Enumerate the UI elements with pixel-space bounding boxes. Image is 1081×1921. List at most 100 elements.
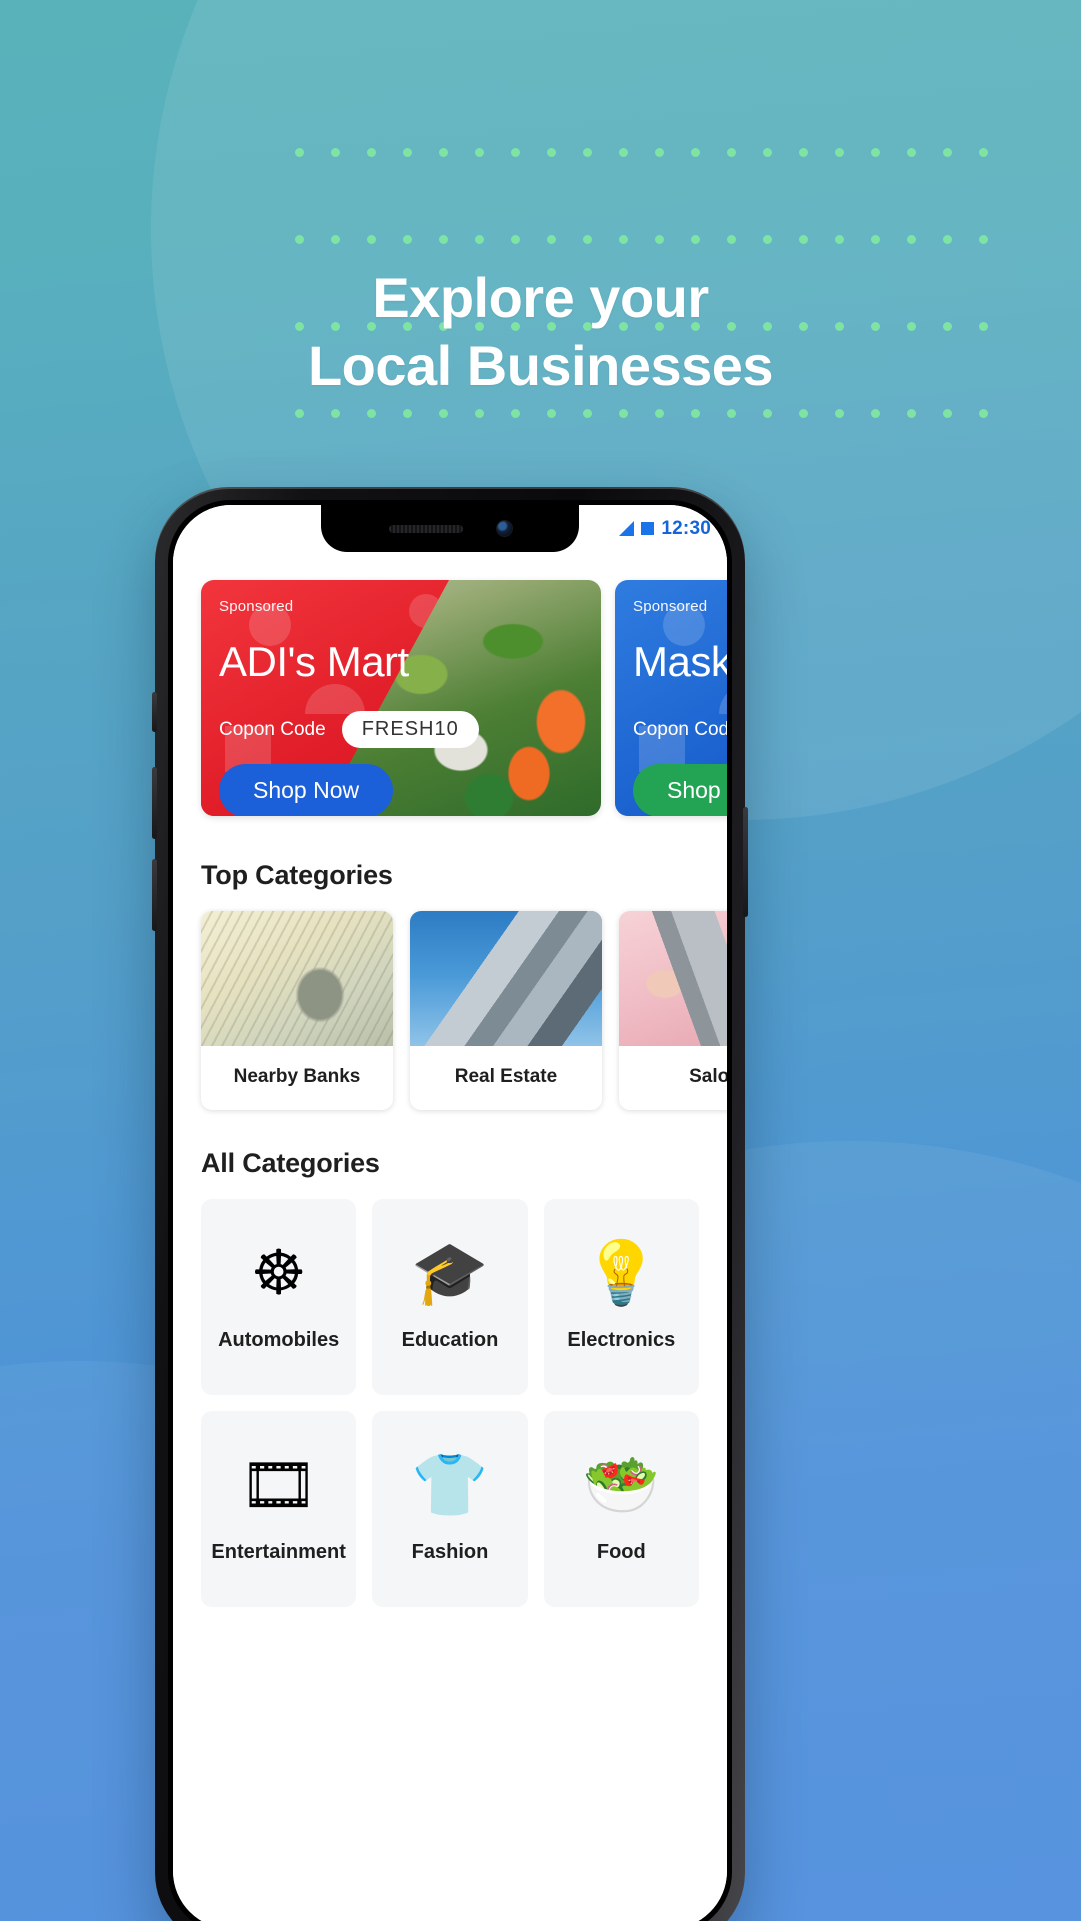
promo-headline: Explore your Local Businesses bbox=[0, 264, 1081, 401]
top-category-label: Nearby Banks bbox=[233, 1066, 361, 1087]
tyre-icon: ☸ bbox=[250, 1238, 307, 1308]
battery-icon bbox=[641, 522, 655, 535]
top-category-card[interactable]: Salon bbox=[619, 911, 727, 1110]
decorative-dot bbox=[439, 409, 448, 418]
light-bulb-icon: 💡 bbox=[582, 1238, 660, 1308]
decorative-dot bbox=[835, 148, 844, 157]
category-tile-automobiles[interactable]: ☸ Automobiles bbox=[201, 1199, 357, 1395]
decorative-dot bbox=[475, 409, 484, 418]
sponsored-card[interactable]: Sponsored ADI's Mart Copon Code FRESH10 … bbox=[201, 580, 601, 816]
graduation-cap-icon: 🎓 bbox=[411, 1238, 489, 1308]
top-category-card[interactable]: Real Estate bbox=[410, 911, 602, 1110]
decorative-dot bbox=[907, 148, 916, 157]
sponsored-badge: Sponsored bbox=[219, 598, 294, 615]
power-button bbox=[743, 807, 748, 917]
volume-down-button bbox=[152, 859, 157, 931]
decorative-dot bbox=[763, 148, 772, 157]
decorative-dot-row bbox=[295, 409, 988, 418]
top-category-card[interactable]: Nearby Banks bbox=[201, 911, 393, 1110]
decorative-dot bbox=[979, 235, 988, 244]
category-tile-food[interactable]: 🥗 Food bbox=[543, 1411, 699, 1607]
decorative-dot bbox=[655, 409, 664, 418]
decorative-dot bbox=[619, 409, 628, 418]
sponsored-card-body: Sponsored Mask Copon Code MASK20 Shop No… bbox=[615, 580, 727, 816]
decorative-dot bbox=[727, 148, 736, 157]
sponsored-title: ADI's Mart bbox=[219, 638, 409, 685]
decorative-dot bbox=[871, 235, 880, 244]
decorative-dot bbox=[799, 409, 808, 418]
decorative-dot bbox=[943, 409, 952, 418]
decorative-dot bbox=[295, 409, 304, 418]
decorative-dot bbox=[331, 409, 340, 418]
category-label: Food bbox=[596, 1540, 646, 1563]
phone-mockup: 12:30 Sponsored ADI's Mart Copon Code FR… bbox=[152, 487, 748, 1921]
headline-line-2: Local Businesses bbox=[307, 334, 774, 398]
category-label: Automobiles bbox=[218, 1328, 340, 1351]
speaker-grille-icon bbox=[388, 524, 463, 533]
decorative-dot bbox=[403, 148, 412, 157]
decorative-dot bbox=[475, 235, 484, 244]
phone-notch bbox=[321, 505, 579, 552]
decorative-dot bbox=[799, 148, 808, 157]
tshirt-icon: 👕 bbox=[411, 1450, 489, 1520]
decorative-dot bbox=[295, 235, 304, 244]
decorative-dot-row bbox=[295, 235, 988, 244]
category-tile-entertainment[interactable]: 🎞 Entertainment bbox=[201, 1411, 357, 1607]
category-tile-electronics[interactable]: 💡 Electronics bbox=[543, 1199, 699, 1395]
coupon-label: Copon Code bbox=[219, 718, 326, 740]
decorative-dot bbox=[691, 148, 700, 157]
all-categories-heading: All Categories bbox=[201, 1148, 380, 1178]
sponsored-card[interactable]: Sponsored Mask Copon Code MASK20 Shop No… bbox=[615, 580, 727, 816]
film-heart-icon: 🎞 bbox=[239, 1450, 319, 1520]
decorative-dot bbox=[547, 235, 556, 244]
decorative-dot bbox=[763, 235, 772, 244]
category-label: Electronics bbox=[567, 1328, 676, 1351]
decorative-dot bbox=[583, 409, 592, 418]
decorative-dot bbox=[943, 235, 952, 244]
coupon-row: Copon Code FRESH10 bbox=[219, 711, 583, 748]
category-tile-education[interactable]: 🎓 Education bbox=[372, 1199, 528, 1395]
decorative-dot bbox=[979, 409, 988, 418]
category-label: Entertainment bbox=[211, 1540, 346, 1563]
decorative-dot bbox=[871, 148, 880, 157]
category-tile-fashion[interactable]: 👕 Fashion bbox=[372, 1411, 528, 1607]
top-categories-carousel[interactable]: Nearby Banks Real Estate Salon bbox=[173, 891, 727, 1110]
sponsored-badge: Sponsored bbox=[633, 598, 708, 615]
mute-switch-icon bbox=[152, 692, 157, 732]
decorative-dot bbox=[727, 409, 736, 418]
decorative-dot bbox=[979, 148, 988, 157]
sponsored-title: Mask bbox=[633, 638, 727, 685]
decorative-dot bbox=[871, 409, 880, 418]
coupon-code-chip[interactable]: FRESH10 bbox=[341, 711, 479, 748]
apartment-building-photo bbox=[410, 911, 602, 1046]
indian-currency-note-photo bbox=[201, 911, 393, 1046]
decorative-dot bbox=[799, 235, 808, 244]
all-categories-grid: ☸ Automobiles 🎓 Education 💡 Electronics … bbox=[173, 1179, 727, 1607]
sponsored-carousel[interactable]: Sponsored ADI's Mart Copon Code FRESH10 … bbox=[173, 552, 727, 816]
volume-up-button bbox=[152, 767, 157, 839]
phone-bezel: 12:30 Sponsored ADI's Mart Copon Code FR… bbox=[168, 500, 732, 1921]
decorative-dot bbox=[727, 235, 736, 244]
decorative-dot bbox=[943, 148, 952, 157]
decorative-dot-row bbox=[295, 148, 988, 157]
shop-now-button[interactable]: Shop Now bbox=[219, 764, 394, 816]
coupon-row: Copon Code MASK20 bbox=[633, 711, 727, 748]
decorative-dot bbox=[367, 409, 376, 418]
decorative-dot bbox=[619, 235, 628, 244]
decorative-dot bbox=[439, 148, 448, 157]
shop-now-button[interactable]: Shop Now bbox=[633, 764, 727, 816]
front-camera-icon bbox=[496, 521, 512, 536]
coupon-label: Copon Code bbox=[633, 718, 727, 740]
decorative-dot bbox=[547, 409, 556, 418]
decorative-dot bbox=[511, 409, 520, 418]
decorative-dot bbox=[511, 235, 520, 244]
decorative-dot bbox=[403, 235, 412, 244]
decorative-dot bbox=[583, 148, 592, 157]
top-categories-heading: Top Categories bbox=[201, 860, 393, 890]
decorative-dot bbox=[439, 235, 448, 244]
decorative-dot bbox=[907, 235, 916, 244]
decorative-dot bbox=[583, 235, 592, 244]
category-label: Fashion bbox=[411, 1540, 489, 1563]
decorative-dot bbox=[655, 148, 664, 157]
category-label: Education bbox=[401, 1328, 499, 1351]
